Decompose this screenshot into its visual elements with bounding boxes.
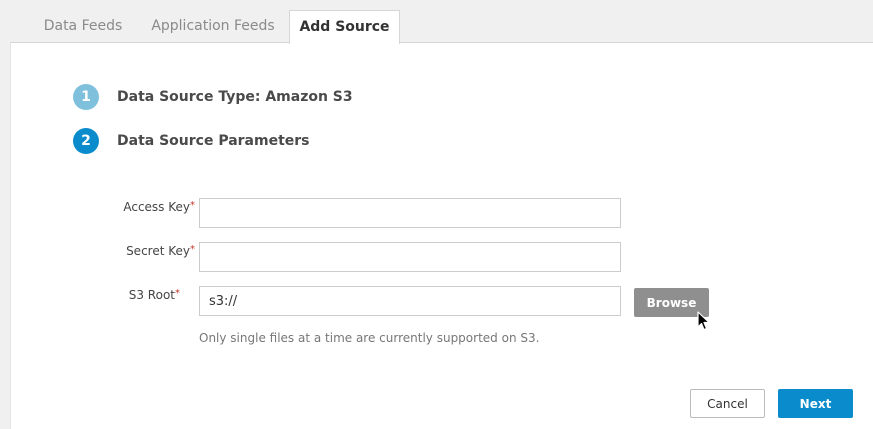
cancel-button[interactable]: Cancel	[690, 389, 765, 418]
secret-key-label: Secret Key*	[90, 244, 195, 258]
access-key-label-text: Access Key	[123, 200, 190, 214]
tab-application-feeds[interactable]: Application Feeds	[150, 10, 276, 43]
tab-add-source[interactable]: Add Source	[289, 10, 400, 44]
access-key-input[interactable]	[199, 198, 621, 228]
step-data-source-parameters: 2 Data Source Parameters	[73, 128, 310, 154]
step-title: Data Source Type: Amazon S3	[117, 89, 353, 105]
tab-bar: Data Feeds Application Feeds Add Source	[0, 0, 873, 44]
s3-root-input[interactable]	[199, 286, 621, 316]
step-number-badge: 1	[73, 84, 99, 110]
secret-key-input[interactable]	[199, 242, 621, 272]
s3-root-label-text: S3 Root	[128, 288, 175, 302]
s3-hint-text: Only single files at a time are currentl…	[199, 331, 540, 345]
required-marker: *	[190, 200, 195, 211]
required-marker: *	[175, 288, 180, 299]
step-data-source-type: 1 Data Source Type: Amazon S3	[73, 84, 353, 110]
tab-data-feeds[interactable]: Data Feeds	[38, 10, 128, 43]
access-key-label: Access Key*	[90, 200, 195, 214]
step-number-badge: 2	[73, 128, 99, 154]
mouse-pointer-icon	[697, 311, 710, 331]
step-title: Data Source Parameters	[117, 133, 310, 149]
s3-root-label: S3 Root*	[80, 288, 180, 302]
next-button[interactable]: Next	[778, 389, 853, 418]
secret-key-label-text: Secret Key	[126, 244, 190, 258]
required-marker: *	[190, 244, 195, 255]
